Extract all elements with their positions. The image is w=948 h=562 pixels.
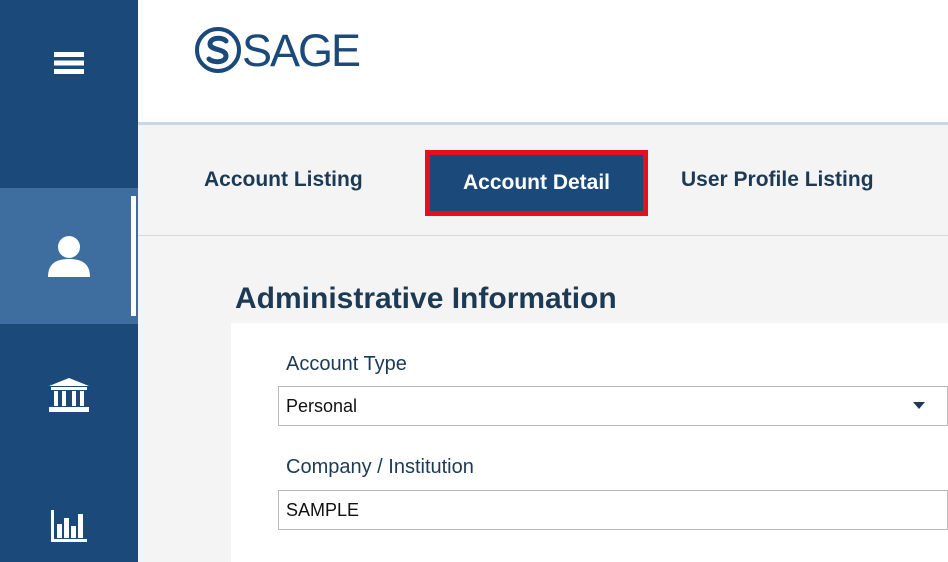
tab-bar: Account Listing Account Detail User Prof… xyxy=(138,125,948,236)
admin-info-panel: Account Type Personal Company / Institut… xyxy=(231,323,948,562)
sidebar-item-user[interactable] xyxy=(0,188,138,324)
user-icon xyxy=(48,236,90,277)
sage-logo-mark-icon xyxy=(195,27,241,73)
sidebar-item-institution[interactable] xyxy=(0,355,138,435)
section-title: Administrative Information xyxy=(235,282,617,315)
tab-account-detail[interactable]: Account Detail xyxy=(425,150,648,216)
menu-icon xyxy=(54,51,84,74)
company-institution-label: Company / Institution xyxy=(286,456,474,478)
tab-user-profile-listing[interactable]: User Profile Listing xyxy=(681,155,874,205)
account-type-label: Account Type xyxy=(286,353,407,375)
sidebar-item-reports[interactable] xyxy=(0,490,138,562)
sage-logo[interactable]: SAGE xyxy=(195,24,361,76)
institution-icon xyxy=(49,378,89,412)
bar-chart-icon xyxy=(51,510,87,542)
logo-text: SAGE xyxy=(242,24,361,76)
page-header: SAGE xyxy=(138,0,948,125)
company-institution-value: SAMPLE xyxy=(286,499,360,520)
tab-account-listing[interactable]: Account Listing xyxy=(204,155,363,205)
main-content: Administrative Information Account Type … xyxy=(138,236,948,562)
account-type-select[interactable]: Personal xyxy=(278,386,948,426)
sidebar xyxy=(0,0,138,562)
active-indicator xyxy=(131,196,136,316)
chevron-down-icon xyxy=(913,402,925,409)
company-institution-input[interactable]: SAMPLE xyxy=(278,490,948,530)
account-type-value: Personal xyxy=(286,395,358,416)
menu-button[interactable] xyxy=(0,0,138,125)
